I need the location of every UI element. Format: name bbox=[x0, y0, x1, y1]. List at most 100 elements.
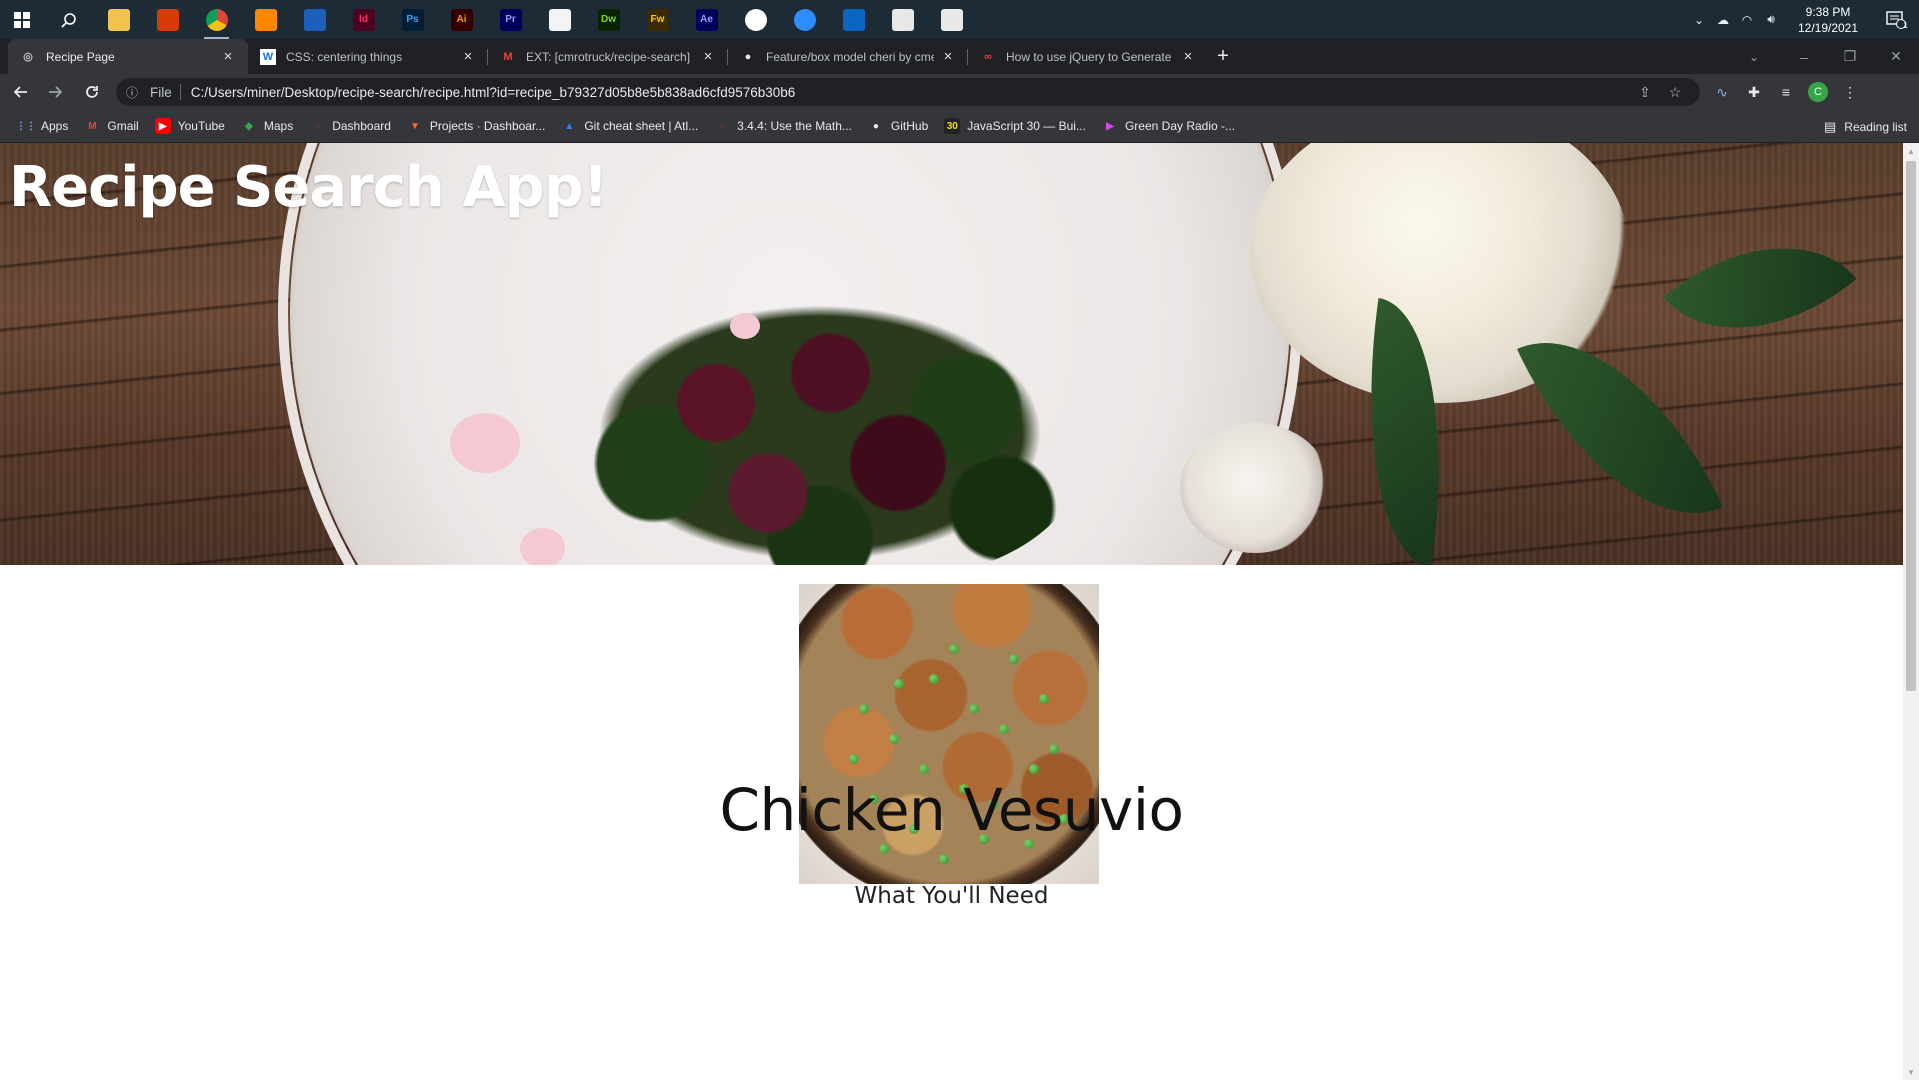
close-window-icon[interactable]: ✕ bbox=[1873, 39, 1919, 74]
scroll-down-icon[interactable]: ▼ bbox=[1903, 1064, 1919, 1080]
tab-close-icon[interactable]: × bbox=[220, 48, 236, 65]
bookmark-star-icon[interactable]: ☆ bbox=[1660, 84, 1690, 101]
bookmark-item[interactable]: ▶ Green Day Radio -... bbox=[1094, 113, 1243, 139]
extensions-puzzle-icon[interactable]: ✚ bbox=[1738, 76, 1770, 108]
pea bbox=[919, 764, 929, 774]
file-explorer-icon[interactable] bbox=[94, 0, 143, 39]
premiere-icon-glyph: Pr bbox=[499, 8, 522, 31]
restore-icon[interactable]: ❐ bbox=[1827, 39, 1873, 74]
git-icon-glyph bbox=[891, 8, 914, 31]
after-effects-icon[interactable]: Ae bbox=[682, 0, 731, 39]
reload-icon[interactable] bbox=[76, 76, 108, 108]
browser-tab[interactable]: ◎ Recipe Page × bbox=[8, 39, 248, 74]
tab-close-icon[interactable]: × bbox=[460, 48, 476, 65]
w3-icon: W bbox=[260, 48, 276, 65]
bookmark-item[interactable]: ◌ 3.4.4: Use the Math... bbox=[706, 113, 860, 139]
tab-close-icon[interactable]: × bbox=[1180, 48, 1196, 65]
address-bar[interactable]: ⓘ File C:/Users/miner/Desktop/recipe-sea… bbox=[116, 78, 1700, 106]
share-icon[interactable]: ⇪ bbox=[1630, 84, 1660, 101]
dreamweaver-icon[interactable]: Dw bbox=[584, 0, 633, 39]
office-icon[interactable] bbox=[143, 0, 192, 39]
dreamweaver-icon-glyph: Dw bbox=[597, 8, 620, 31]
pea bbox=[969, 704, 979, 714]
bookmark-item[interactable]: ▼ Projects · Dashboar... bbox=[399, 113, 553, 139]
bookmark-item[interactable]: 30 JavaScript 30 — Bui... bbox=[936, 113, 1094, 139]
taskbar-clock[interactable]: 9:38 PM 12/19/2021 bbox=[1783, 4, 1873, 36]
tab-close-icon[interactable]: × bbox=[940, 48, 956, 65]
zoom-icon[interactable] bbox=[780, 0, 829, 39]
taskbar-apps: Id Ps Ai Pr Dw Fw Ae bbox=[94, 0, 976, 39]
photoshop-icon-glyph: Ps bbox=[401, 8, 424, 31]
bookmark-item[interactable]: ◆ Maps bbox=[233, 113, 301, 139]
vscode-icon[interactable] bbox=[829, 0, 878, 39]
pea bbox=[889, 734, 899, 744]
slack-icon[interactable] bbox=[731, 0, 780, 39]
git-icon[interactable] bbox=[878, 0, 927, 39]
pea bbox=[849, 754, 859, 764]
browser-tab[interactable]: ∞ How to use jQuery to Generate I × bbox=[968, 39, 1208, 74]
volume-icon[interactable]: 🔊︎ bbox=[1759, 0, 1783, 39]
bookmark-item[interactable]: ▶ YouTube bbox=[147, 113, 233, 139]
windows-start-icon[interactable] bbox=[0, 0, 44, 39]
git-icon-glyph bbox=[940, 8, 963, 31]
indesign-icon[interactable]: Id bbox=[339, 0, 388, 39]
bookmark-item[interactable]: ◌ Dashboard bbox=[301, 113, 399, 139]
illustrator-icon[interactable]: Ai bbox=[437, 0, 486, 39]
fireworks-icon[interactable]: Fw bbox=[633, 0, 682, 39]
github-icon: ● bbox=[744, 50, 752, 63]
browser-tab[interactable]: M EXT: [cmrotruck/recipe-search] F × bbox=[488, 39, 728, 74]
globe-icon: ◎ bbox=[23, 51, 33, 63]
acrobat-icon[interactable] bbox=[535, 0, 584, 39]
apps-grid-icon: ⋮⋮ bbox=[16, 120, 36, 132]
photoshop-icon[interactable]: Ps bbox=[388, 0, 437, 39]
tab-close-icon[interactable]: × bbox=[700, 48, 716, 65]
onedrive-icon[interactable]: ☁ bbox=[1711, 0, 1735, 39]
page-scrollbar[interactable]: ▲ ▼ bbox=[1903, 143, 1919, 1080]
media-controls-icon[interactable]: ≡ bbox=[1770, 76, 1802, 108]
bookmark-item[interactable]: ▲ Git cheat sheet | Atl... bbox=[553, 113, 706, 139]
minimize-icon[interactable]: – bbox=[1781, 39, 1827, 74]
bookmark-item[interactable]: ⋮⋮ Apps bbox=[10, 113, 76, 139]
browser-tab[interactable]: ● Feature/box model cheri by cme × bbox=[728, 39, 968, 74]
tab-title: How to use jQuery to Generate I bbox=[1006, 49, 1174, 64]
app-icon[interactable] bbox=[290, 0, 339, 39]
chevron-up-icon[interactable]: ⌄ bbox=[1687, 0, 1711, 39]
bookmark-item[interactable]: ● GitHub bbox=[860, 113, 936, 139]
bookmark-label: 3.4.4: Use the Math... bbox=[737, 119, 852, 133]
scrollbar-thumb[interactable] bbox=[1906, 161, 1916, 691]
browser-tab[interactable]: W CSS: centering things × bbox=[248, 39, 488, 74]
extension-icon[interactable]: ∿ bbox=[1706, 76, 1738, 108]
tabs: ◎ Recipe Page × W CSS: centering things × M EXT… bbox=[0, 39, 1208, 74]
info-icon[interactable]: ⓘ bbox=[126, 84, 146, 101]
search-icon[interactable] bbox=[44, 0, 94, 39]
premiere-icon[interactable]: Pr bbox=[486, 0, 535, 39]
bookmark-label: JavaScript 30 — Bui... bbox=[967, 119, 1086, 133]
scroll-up-icon[interactable]: ▲ bbox=[1903, 143, 1919, 159]
chrome-icon-glyph bbox=[205, 8, 228, 31]
atlassian-icon: ▲ bbox=[564, 120, 575, 132]
notification-icon[interactable]: 1 bbox=[1873, 0, 1919, 39]
pea bbox=[1029, 764, 1039, 774]
back-icon[interactable] bbox=[4, 76, 36, 108]
vlc-icon[interactable] bbox=[241, 0, 290, 39]
tab-title: CSS: centering things bbox=[286, 49, 403, 64]
menu-kebab-icon[interactable]: ⋮ bbox=[1834, 76, 1866, 108]
reading-list-label: Reading list bbox=[1844, 119, 1907, 134]
chrome-icon[interactable] bbox=[192, 0, 241, 39]
bookmark-item[interactable]: M Gmail bbox=[76, 113, 146, 139]
office-icon-glyph bbox=[156, 8, 179, 31]
vscode-icon-glyph bbox=[842, 8, 865, 31]
js30-icon: 30 bbox=[944, 118, 961, 134]
new-tab-button[interactable]: + bbox=[1208, 39, 1238, 74]
git-icon[interactable] bbox=[927, 0, 976, 39]
pandora-icon: ▶ bbox=[1106, 120, 1114, 132]
wifi-icon[interactable]: ◠ bbox=[1735, 0, 1759, 39]
gitlab-icon: ▼ bbox=[409, 120, 420, 132]
reading-list-button[interactable]: ▤ Reading list bbox=[1824, 110, 1907, 143]
vlc-icon-glyph bbox=[254, 8, 277, 31]
url-text[interactable]: C:/Users/miner/Desktop/recipe-search/rec… bbox=[191, 85, 1630, 100]
codepen-icon: ∞ bbox=[984, 50, 992, 63]
forward-icon[interactable] bbox=[40, 76, 72, 108]
tab-search-icon[interactable]: ⌄ bbox=[1739, 39, 1769, 74]
profile-avatar[interactable]: C bbox=[1802, 76, 1834, 108]
